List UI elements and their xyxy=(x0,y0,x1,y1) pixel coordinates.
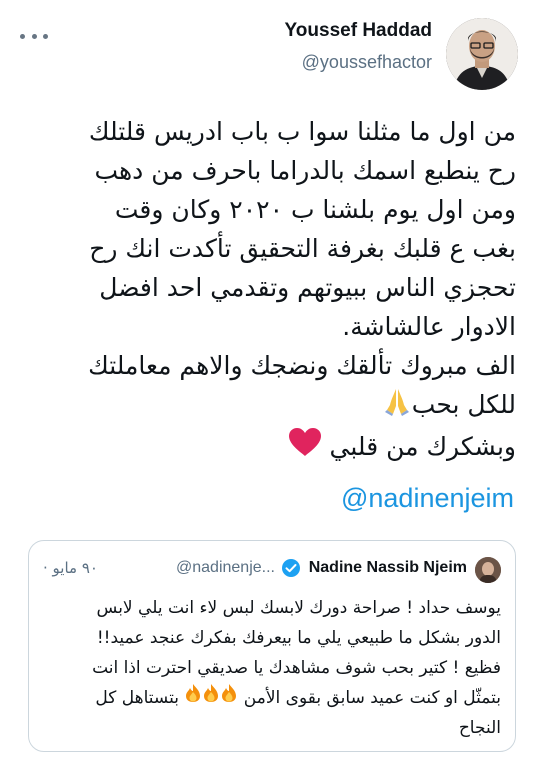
tweet-line: بغب ع قلبك بغرفة التحقيق تأكدت انك رح xyxy=(89,234,516,263)
tweet-line: الادوار عالشاشة. xyxy=(342,312,516,341)
fire-emoji xyxy=(202,683,220,713)
tweet-line-text: وبشكرك من قلبي xyxy=(329,431,516,461)
verified-badge-icon xyxy=(281,558,301,578)
more-options-icon[interactable] xyxy=(20,26,48,46)
quoted-line-text: بتمثّل او كنت عميد سابق بقوى الأمن xyxy=(243,688,501,708)
tweet-line: رح ينطبع اسمك بالدراما باحرف من دهب xyxy=(94,156,516,185)
quoted-avatar-image xyxy=(475,557,501,583)
more-dot xyxy=(43,33,48,39)
quoted-author-name[interactable]: Nadine Nassib Njeim xyxy=(309,559,467,577)
quoted-author-avatar[interactable] xyxy=(475,557,501,583)
quoted-line-text: بتستاهل كل xyxy=(95,688,179,708)
quoted-line: الدور بشكل ما طبيعي يلي ما بيعرفك بفكرك … xyxy=(96,628,501,648)
quoted-line: يوسف حداد ! صراحة دورك لابسك لبس لاء انت… xyxy=(96,598,501,618)
more-dot xyxy=(20,33,25,39)
fire-emoji xyxy=(184,683,202,713)
mention-link[interactable]: @nadinenjeim xyxy=(341,483,514,514)
tweet-line: من اول ما مثلنا سوا ب باب ادريس قلتلك xyxy=(88,117,516,146)
red-heart-emoji xyxy=(288,427,322,468)
author-handle[interactable]: @youssefhactor xyxy=(302,52,432,73)
tweet-line-with-emoji: للكل بحب xyxy=(28,385,516,427)
tweet-line: ومن اول يوم بلشنا ب ٢٠٢٠ وكان وقت xyxy=(114,195,516,224)
folded-hands-emoji xyxy=(382,386,412,427)
quoted-line-with-emoji: بتمثّل او كنت عميد سابق بقوى الأمن بتستا… xyxy=(43,683,501,713)
author-avatar[interactable] xyxy=(446,18,518,90)
quoted-tweet-text: يوسف حداد ! صراحة دورك لابسك لبس لاء انت… xyxy=(43,593,501,743)
tweet-line: الف مبروك تألقك ونضجك والاهم معاملتك xyxy=(88,351,516,380)
more-dot xyxy=(31,33,37,39)
quoted-tweet-card[interactable]: Nadine Nassib Njeim @nadinenje... ٩٠ ماي… xyxy=(28,540,516,752)
quoted-line: النجاح xyxy=(458,718,501,738)
quoted-line: فظيع ! كتير بحب شوف مشاهدك يا صديقي احتر… xyxy=(92,658,501,678)
fire-emoji xyxy=(220,683,238,713)
quoted-tweet-date[interactable]: ٩٠ مايو · xyxy=(43,559,98,577)
tweet-line: تحجزي الناس ببيوتهم وتقدمي احد افضل xyxy=(99,273,516,302)
quoted-author-handle[interactable]: @nadinenje... xyxy=(176,559,275,577)
tweet-line-with-emoji: وبشكرك من قلبي xyxy=(28,427,516,469)
author-name[interactable]: Youssef Haddad xyxy=(285,20,432,42)
avatar-image xyxy=(446,18,518,90)
tweet-line-text: للكل بحب xyxy=(411,390,516,419)
tweet-text: من اول ما مثلنا سوا ب باب ادريس قلتلك رح… xyxy=(28,112,516,468)
